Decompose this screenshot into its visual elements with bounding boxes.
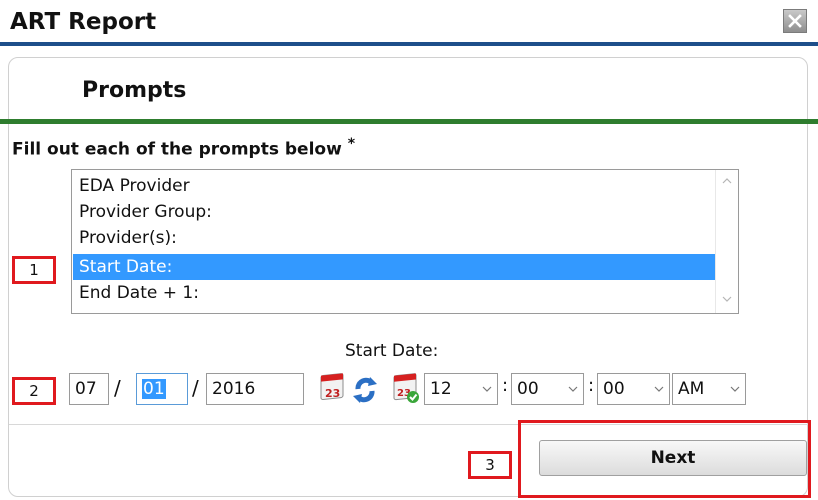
date-caption: Start Date: [345,341,439,361]
calendar-button[interactable]: 23 [318,371,348,405]
hour-select[interactable]: 12 [424,373,498,405]
date-separator: / [114,376,121,400]
annotation-marker-2: 2 [12,377,56,405]
art-report-dialog: ART Report Prompts Fill out each of the … [0,0,818,500]
day-value: 01 [142,379,166,399]
instruction-text: Fill out each of the prompts below * [12,136,355,160]
scroll-up-icon[interactable] [722,176,732,186]
time-separator: : [588,375,595,396]
hour-value: 12 [430,379,452,399]
refresh-button[interactable] [350,371,380,405]
list-item[interactable]: Provider Group: [79,199,212,225]
required-marker: * [347,136,356,152]
dialog-title: ART Report [10,9,157,35]
year-input[interactable]: 2016 [206,373,304,405]
chevron-down-icon [654,386,664,392]
close-icon [788,14,802,28]
calendar-icon: 23 [320,373,344,400]
header-rule [0,42,818,46]
list-item[interactable]: EDA Provider [79,173,190,199]
svg-text:23: 23 [325,387,340,400]
minute-value: 00 [517,379,539,399]
close-button[interactable] [783,9,807,33]
chevron-down-icon [568,386,578,392]
meridiem-value: AM [678,379,705,399]
dialog-header: ART Report [0,0,818,46]
minute-select[interactable]: 00 [511,373,584,405]
time-separator: : [502,375,509,396]
date-separator: / [192,376,199,400]
chevron-down-icon [482,386,492,392]
chevron-down-icon [730,386,740,392]
listbox-scrollbar[interactable] [715,170,738,313]
annotation-marker-3: 3 [468,451,512,479]
second-select[interactable]: 00 [597,373,670,405]
month-input[interactable]: 07 [69,373,109,405]
section-title: Prompts [82,78,187,103]
next-button[interactable]: Next [539,440,807,476]
list-item[interactable]: Provider(s): [79,225,177,251]
section-rule [0,119,818,124]
second-value: 00 [603,379,625,399]
list-item-selected[interactable]: Start Date: [73,254,716,280]
prompt-listbox[interactable]: EDA Provider Provider Group: Provider(s)… [71,169,739,314]
annotation-marker-1: 1 [12,256,56,284]
refresh-icon [353,377,377,403]
calendar-check-button[interactable]: 23 [392,371,422,405]
meridiem-select[interactable]: AM [672,373,746,405]
day-input[interactable]: 01 [136,373,188,405]
calendar-check-icon: 23 [393,373,419,403]
scroll-down-icon[interactable] [722,294,732,304]
instruction-label: Fill out each of the prompts below [12,139,342,160]
list-item[interactable]: End Date + 1: [79,280,199,306]
